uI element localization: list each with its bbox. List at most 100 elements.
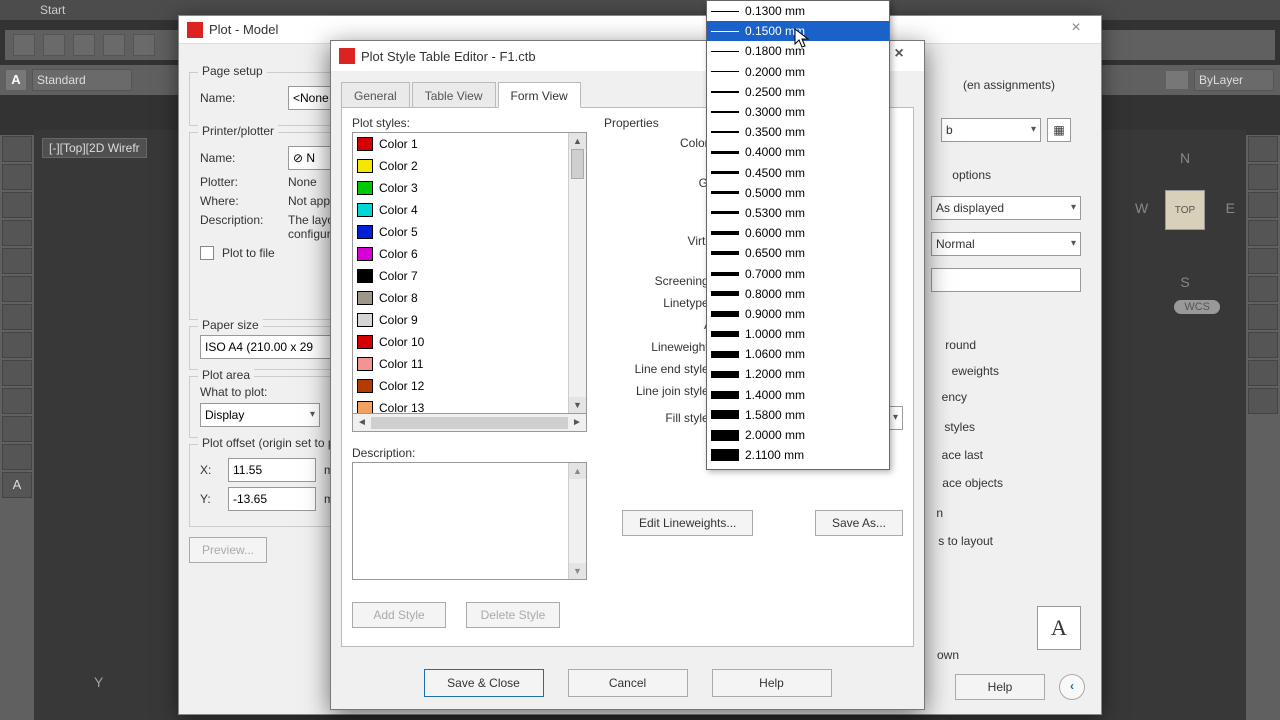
hatch-tool-icon[interactable] [2, 360, 32, 386]
ellipse-tool-icon[interactable] [2, 332, 32, 358]
plot-style-item[interactable]: Color 9 [353, 309, 568, 331]
ctb-combo-fragment[interactable]: b [941, 118, 1041, 142]
table-tool-icon[interactable] [2, 416, 32, 442]
layer-combo[interactable]: ByLayer [1194, 69, 1274, 91]
editor-help-button[interactable]: Help [712, 669, 832, 697]
viewcube-top[interactable]: TOP [1165, 190, 1205, 230]
lineweight-option[interactable]: 0.4500 mm [707, 163, 889, 183]
undo-icon[interactable] [133, 34, 155, 56]
lineweight-option[interactable]: 0.4000 mm [707, 142, 889, 162]
what-to-plot-combo[interactable]: Display [200, 403, 320, 427]
delete-style-button[interactable]: Delete Style [466, 602, 560, 628]
paper-size-combo[interactable]: ISO A4 (210.00 x 29 [200, 335, 340, 359]
lineweight-option[interactable]: 2.1100 mm [707, 445, 889, 465]
tab-table-view[interactable]: Table View [412, 82, 496, 108]
scroll-track[interactable] [371, 417, 568, 429]
region-tool-icon[interactable] [2, 388, 32, 414]
plot-style-item[interactable]: Color 5 [353, 221, 568, 243]
scrollbar-horizontal[interactable]: ◄ ► [352, 414, 587, 432]
text-tool-icon[interactable]: A [2, 472, 32, 498]
plot-style-item[interactable]: Color 4 [353, 199, 568, 221]
scroll-left-icon[interactable]: ◄ [353, 417, 371, 428]
cancel-button[interactable]: Cancel [568, 669, 688, 697]
quality-combo[interactable]: Normal [931, 232, 1081, 256]
trim-tool-icon[interactable] [1248, 304, 1278, 330]
lineweight-option[interactable]: 0.3500 mm [707, 122, 889, 142]
lineweight-option[interactable]: 1.2000 mm [707, 364, 889, 384]
lineweight-option[interactable]: 0.1300 mm [707, 1, 889, 21]
edit-ctb-icon[interactable]: ▦ [1047, 118, 1071, 142]
lineweight-option[interactable]: 0.2000 mm [707, 62, 889, 82]
lineweight-option[interactable]: 0.6000 mm [707, 223, 889, 243]
plot-style-item[interactable]: Color 13 [353, 397, 568, 414]
dpi-input[interactable] [931, 268, 1081, 292]
scale-tool-icon[interactable] [1248, 220, 1278, 246]
offset-tool-icon[interactable] [1248, 276, 1278, 302]
preview-button[interactable]: Preview... [189, 537, 267, 563]
plot-style-item[interactable]: Color 6 [353, 243, 568, 265]
rotate-tool-icon[interactable] [1248, 192, 1278, 218]
tab-start[interactable]: Start [40, 3, 65, 17]
scroll-right-icon[interactable]: ► [568, 417, 586, 428]
textstyle-combo[interactable]: Standard [32, 69, 132, 91]
lineweight-option[interactable]: 0.5300 mm [707, 203, 889, 223]
rectangle-tool-icon[interactable] [2, 248, 32, 274]
viewcube-east[interactable]: E [1226, 200, 1235, 216]
tab-form-view[interactable]: Form View [498, 82, 581, 108]
plot-style-item[interactable]: Color 10 [353, 331, 568, 353]
viewcube[interactable]: N S W E TOP [1135, 140, 1235, 300]
extend-tool-icon[interactable] [1248, 332, 1278, 358]
print-icon[interactable] [103, 34, 125, 56]
arc-tool-icon[interactable] [2, 192, 32, 218]
copy-tool-icon[interactable] [1248, 164, 1278, 190]
collapse-button[interactable]: ‹ [1059, 674, 1085, 700]
new-icon[interactable] [13, 34, 35, 56]
lineweight-option[interactable]: 2.0000 mm [707, 425, 889, 445]
lineweight-option[interactable]: 0.1800 mm [707, 41, 889, 61]
lineweight-option[interactable]: 0.2500 mm [707, 82, 889, 102]
lineweight-option[interactable]: 0.6500 mm [707, 243, 889, 263]
scrollbar-vertical[interactable]: ▲ ▼ [568, 133, 586, 413]
save-close-button[interactable]: Save & Close [424, 669, 544, 697]
lineweight-option[interactable]: 0.7000 mm [707, 263, 889, 283]
move-tool-icon[interactable] [1248, 136, 1278, 162]
polygon-tool-icon[interactable] [2, 220, 32, 246]
add-style-button[interactable]: Add Style [352, 602, 446, 628]
y-input[interactable] [228, 487, 316, 511]
lineweight-option[interactable]: 0.5000 mm [707, 183, 889, 203]
lineweight-option[interactable]: 1.0600 mm [707, 344, 889, 364]
viewcube-west[interactable]: W [1135, 200, 1148, 216]
scroll-down-icon[interactable]: ▼ [569, 563, 586, 579]
shade-plot-combo[interactable]: As displayed [931, 196, 1081, 220]
save-icon[interactable] [73, 34, 95, 56]
plot-style-item[interactable]: Color 1 [353, 133, 568, 155]
viewcube-south[interactable]: S [1135, 274, 1235, 290]
lineweight-option[interactable]: 0.9000 mm [707, 304, 889, 324]
plot-styles-listbox[interactable]: Color 1Color 2Color 3Color 4Color 5Color… [352, 132, 587, 414]
lineweight-option[interactable]: 0.8000 mm [707, 284, 889, 304]
textstyle-icon[interactable]: A [6, 70, 26, 90]
scrollbar-vertical[interactable]: ▲ ▼ [568, 463, 586, 579]
lineweight-option[interactable]: 0.3000 mm [707, 102, 889, 122]
open-icon[interactable] [43, 34, 65, 56]
plot-style-item[interactable]: Color 2 [353, 155, 568, 177]
lineweight-option[interactable]: 1.4000 mm [707, 385, 889, 405]
description-textarea[interactable]: ▲ ▼ [352, 462, 587, 580]
lineweight-option[interactable]: 1.5800 mm [707, 405, 889, 425]
viewcube-north[interactable]: N [1135, 150, 1235, 166]
point-tool-icon[interactable] [2, 444, 32, 470]
lineweight-dropdown[interactable]: 0.1300 mm0.1500 mm0.1800 mm0.2000 mm0.25… [706, 0, 890, 470]
save-as-button[interactable]: Save As... [815, 510, 903, 536]
close-icon[interactable]: × [1059, 19, 1093, 41]
scroll-down-icon[interactable]: ▼ [569, 397, 586, 413]
line-tool-icon[interactable] [2, 136, 32, 162]
array-tool-icon[interactable] [1248, 388, 1278, 414]
scroll-up-icon[interactable]: ▲ [569, 133, 586, 149]
x-input[interactable] [228, 458, 316, 482]
lineweight-option[interactable]: 1.0000 mm [707, 324, 889, 344]
plot-to-file-checkbox[interactable] [200, 246, 214, 260]
scroll-thumb[interactable] [571, 149, 584, 179]
plot-style-item[interactable]: Color 11 [353, 353, 568, 375]
viewport-label[interactable]: [-][Top][2D Wirefr [42, 138, 147, 158]
tab-general[interactable]: General [341, 82, 410, 108]
